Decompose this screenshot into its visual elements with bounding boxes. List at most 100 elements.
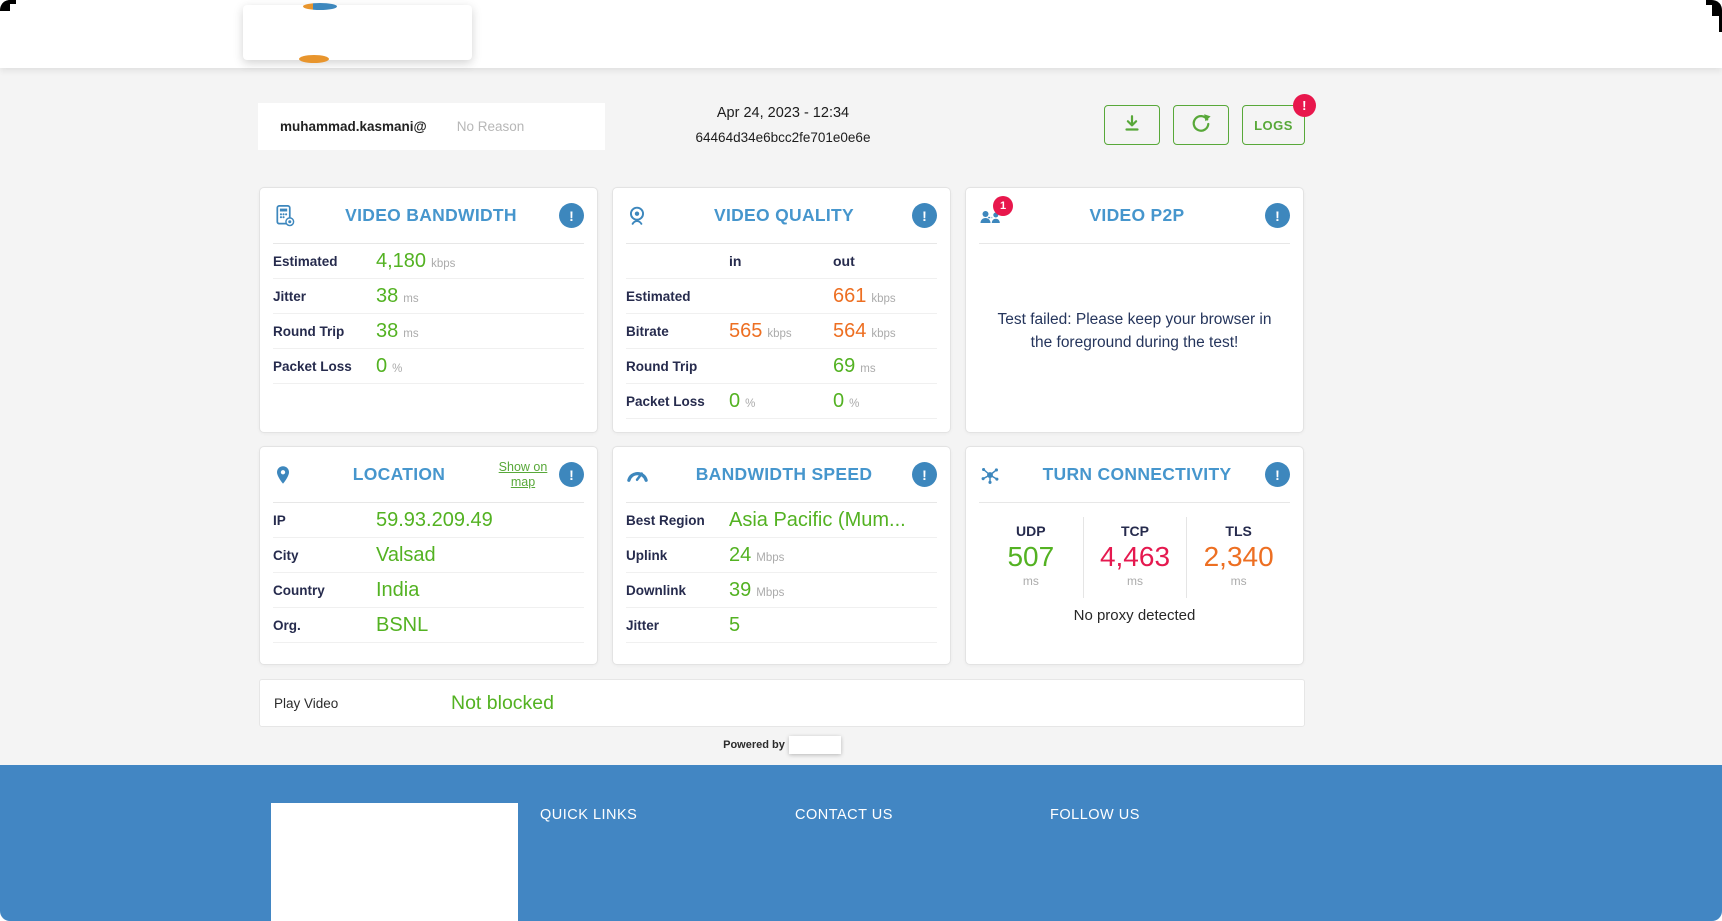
people-icon: 1 (979, 195, 1013, 227)
table-row: Round Trip 69 ms (626, 349, 937, 384)
play-video-bar: Play Video Not blocked (259, 679, 1305, 727)
footer-heading-contact-us: CONTACT US (795, 807, 893, 823)
card-rows: Estimated 4,180 kbps Jitter 38 ms Round Tr… (260, 244, 597, 384)
card-head: VIDEO BANDWIDTH ! (260, 188, 597, 243)
turn-col-tls: TLS 2,340 ms (1186, 517, 1290, 598)
table-row: Best Region Asia Pacific (Mum... (626, 503, 937, 538)
row-unit: kbps (871, 327, 896, 340)
row-value: BSNL (376, 613, 429, 636)
row-value: 38 (376, 284, 399, 307)
turn-protocol-columns: UDP 507 ms TCP 4,463 ms TLS 2,340 ms (979, 517, 1290, 598)
row-unit: % (745, 397, 756, 410)
row-unit: Mbps (756, 551, 785, 564)
logs-button[interactable]: LOGS ! (1242, 94, 1316, 145)
test-reason: No Reason (456, 119, 525, 134)
row-unit: % (392, 362, 403, 375)
info-exclamation-icon[interactable]: ! (912, 462, 937, 487)
row-value-in: 0 (729, 389, 741, 412)
divider (979, 502, 1290, 503)
footer-heading-follow-us: FOLLOW US (1050, 807, 1140, 823)
table-row: Jitter 38 ms (273, 279, 584, 314)
row-label: Best Region (626, 512, 705, 528)
row-value: 39 (729, 578, 752, 601)
row-unit: kbps (431, 257, 456, 270)
protocol-unit: ms (1126, 574, 1143, 588)
col-out-header: out (833, 253, 855, 269)
toolbar: LOGS ! (1104, 94, 1316, 145)
table-row: Packet Loss 0% 0% (626, 384, 937, 419)
row-value-out: 564 (833, 319, 867, 342)
card-rows: in out Estimated 661 kbps Bitrate 565 kbps… (613, 244, 950, 419)
row-unit: ms (860, 362, 876, 375)
row-unit: kbps (767, 327, 792, 340)
card-title: TURN CONNECTIVITY (1042, 464, 1232, 484)
refresh-button[interactable] (1173, 105, 1229, 145)
protocol-value: 4,463 (1099, 541, 1171, 572)
test-id: 64464d34e6bcc2fe701e0e6e (695, 130, 871, 145)
card-title: VIDEO BANDWIDTH (345, 205, 517, 225)
card-video-quality: VIDEO QUALITY ! in out Estimated 661 kbps… (612, 187, 951, 433)
card-head: TURN CONNECTIVITY ! (966, 447, 1303, 502)
p2p-body: Test failed: Please keep your browser in… (966, 244, 1303, 432)
row-value-out: 0 (833, 389, 845, 412)
protocol-unit: ms (1230, 574, 1247, 588)
row-label: Round Trip (626, 358, 698, 374)
row-unit: ms (403, 327, 419, 340)
card-rows: IP 59.93.209.49 City Valsad Country Indi… (260, 503, 597, 643)
row-label: IP (273, 512, 286, 528)
protocol-value: 507 (1007, 541, 1055, 572)
info-exclamation-icon[interactable]: ! (559, 203, 584, 228)
webcam-icon (626, 205, 656, 227)
row-value: 38 (376, 319, 399, 342)
play-video-label: Play Video (274, 695, 339, 711)
card-location: LOCATION Show on map ! IP 59.93.209.49 C… (259, 446, 598, 665)
table-row: IP 59.93.209.49 (273, 503, 584, 538)
table-row: Uplink 24 Mbps (626, 538, 937, 573)
col-in-header: in (729, 253, 742, 269)
table-row: Downlink 39 Mbps (626, 573, 937, 608)
row-label: Estimated (273, 253, 338, 269)
row-label: Downlink (626, 582, 686, 598)
turn-col-udp: UDP 507 ms (979, 517, 1083, 598)
info-exclamation-icon[interactable]: ! (559, 462, 584, 487)
calculator-camera-icon (273, 204, 303, 227)
info-exclamation-icon[interactable]: ! (1265, 462, 1290, 487)
table-row: Bitrate 565 kbps 564 kbps (626, 314, 937, 349)
footer-logo (271, 803, 518, 921)
logo-ellipse-icon (299, 55, 329, 63)
info-exclamation-icon[interactable]: ! (1265, 203, 1290, 228)
app-logo-card (243, 3, 472, 63)
row-unit: ms (403, 292, 419, 305)
logs-alert-badge: ! (1293, 94, 1316, 117)
card-title: VIDEO P2P (1089, 205, 1185, 225)
p2p-alert-badge: 1 (993, 195, 1013, 216)
card-bandwidth-speed: BANDWIDTH SPEED ! Best Region Asia Pacif… (612, 446, 951, 665)
row-value: Asia Pacific (Mum... (729, 508, 906, 531)
info-exclamation-icon[interactable]: ! (912, 203, 937, 228)
user-email: muhammad.kasmani@ (280, 119, 427, 134)
row-unit: kbps (871, 292, 896, 305)
row-unit: Mbps (756, 586, 785, 599)
test-meta: Apr 24, 2023 - 12:34 64464d34e6bcc2fe701… (603, 103, 963, 145)
table-row: Round Trip 38 ms (273, 314, 584, 349)
row-value: 0 (376, 354, 388, 377)
show-on-map-link[interactable]: Show on map (495, 460, 551, 489)
row-label: Round Trip (273, 323, 345, 339)
download-button[interactable] (1104, 105, 1160, 145)
row-label: Estimated (626, 288, 691, 304)
card-video-bandwidth: VIDEO BANDWIDTH ! Estimated 4,180 kbps Ji… (259, 187, 598, 433)
table-row: Packet Loss 0% (273, 349, 584, 384)
row-label: Org. (273, 617, 301, 633)
row-value: 24 (729, 543, 752, 566)
row-value-out: 661 (833, 284, 867, 307)
card-title: BANDWIDTH SPEED (695, 464, 873, 484)
table-row: Country India (273, 573, 584, 608)
protocol-label: UDP (1016, 523, 1046, 539)
user-bar: muhammad.kasmani@ No Reason (258, 103, 605, 150)
protocol-label: TCP (1120, 523, 1149, 539)
card-head: 1 VIDEO P2P ! (966, 188, 1303, 243)
test-date: Apr 24, 2023 - 12:34 (716, 105, 850, 121)
speedometer-icon (626, 465, 656, 485)
powered-by-logo (788, 736, 841, 754)
card-rows: Best Region Asia Pacific (Mum... Uplink … (613, 503, 950, 643)
